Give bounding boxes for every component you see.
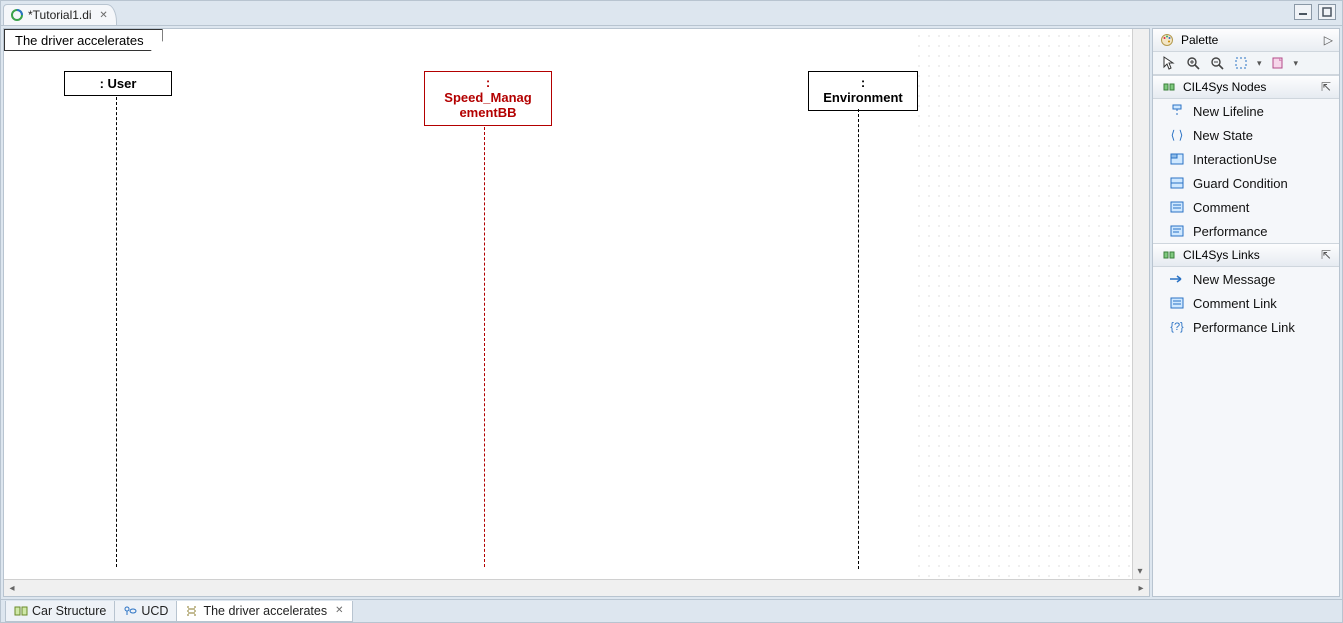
palette-item-label: New Lifeline <box>1193 104 1264 119</box>
palette-item-new-state[interactable]: ⟨ ⟩ New State <box>1153 123 1339 147</box>
lifeline-label-line2: Environment <box>817 91 909 106</box>
tab-car-structure[interactable]: Car Structure <box>5 601 115 622</box>
sequence-icon <box>185 604 199 618</box>
lifeline-dash-environment[interactable] <box>858 109 859 569</box>
diagram-title-tab[interactable]: The driver accelerates <box>4 29 163 51</box>
select-tool-icon[interactable] <box>1161 55 1177 71</box>
diagram-canvas[interactable]: The driver accelerates : User : Speed_Ma… <box>4 29 1149 579</box>
palette-links-items: New Message Comment Link {?} Performance… <box>1153 267 1339 339</box>
palette-nodes-items: New Lifeline ⟨ ⟩ New State InteractionUs… <box>1153 99 1339 243</box>
palette-panel: Palette ▷ ▾ <box>1152 28 1340 597</box>
message-icon <box>1169 271 1185 287</box>
state-icon: ⟨ ⟩ <box>1169 127 1185 143</box>
dropdown-icon[interactable]: ▾ <box>1294 59 1299 68</box>
lifeline-label-line1: : <box>433 76 543 91</box>
app-window: *Tutorial1.di ✕ The driver accel <box>0 0 1343 623</box>
chevron-right-icon[interactable]: ▷ <box>1324 34 1333 46</box>
block-diagram-icon <box>14 604 28 618</box>
dropdown-icon[interactable]: ▾ <box>1257 59 1262 68</box>
lifeline-icon <box>1169 103 1185 119</box>
usecase-icon <box>123 604 137 618</box>
palette-item-label: InteractionUse <box>1193 152 1277 167</box>
pin-icon[interactable]: ⇱ <box>1321 81 1331 93</box>
lifeline-dash-speed[interactable] <box>484 127 485 567</box>
performance-link-icon: {?} <box>1169 319 1185 335</box>
palette-item-interaction-use[interactable]: InteractionUse <box>1153 147 1339 171</box>
palette-item-performance-link[interactable]: {?} Performance Link <box>1153 315 1339 339</box>
palette-item-new-message[interactable]: New Message <box>1153 267 1339 291</box>
editor-tab-label: *Tutorial1.di <box>28 8 92 22</box>
canvas-grid-area <box>912 29 1149 579</box>
editor-window-controls <box>1294 4 1336 20</box>
interactionuse-icon <box>1169 151 1185 167</box>
palette-item-performance[interactable]: Performance <box>1153 219 1339 243</box>
lifeline-head-environment[interactable]: : Environment <box>808 71 918 111</box>
zoom-in-icon[interactable] <box>1185 55 1201 71</box>
scroll-right-icon[interactable]: ▸ <box>1133 581 1149 595</box>
palette-item-label: Comment Link <box>1193 296 1277 311</box>
vertical-scrollbar[interactable]: ▾ <box>1132 29 1149 579</box>
palette-item-guard-condition[interactable]: Guard Condition <box>1153 171 1339 195</box>
lifeline-label: : User <box>100 76 137 91</box>
papyrus-file-icon <box>10 8 24 22</box>
lifeline-head-user[interactable]: : User <box>64 71 172 96</box>
lifeline-dash-user[interactable] <box>116 97 117 567</box>
tab-label: The driver accelerates <box>203 604 327 618</box>
palette-item-comment-link[interactable]: Comment Link <box>1153 291 1339 315</box>
performance-icon <box>1169 223 1185 239</box>
comment-icon <box>1169 199 1185 215</box>
scroll-left-icon[interactable]: ◂ <box>4 581 20 595</box>
zoom-out-icon[interactable] <box>1209 55 1225 71</box>
palette-item-label: New State <box>1193 128 1253 143</box>
note-tool-icon[interactable] <box>1270 55 1286 71</box>
drawer-title: CIL4Sys Links <box>1183 248 1260 262</box>
diagram-canvas-wrap: The driver accelerates : User : Speed_Ma… <box>3 28 1150 597</box>
main-area: The driver accelerates : User : Speed_Ma… <box>1 26 1342 599</box>
diagram-title: The driver accelerates <box>15 33 144 48</box>
horizontal-scrollbar[interactable]: ◂ ▸ <box>4 579 1149 596</box>
palette-icon <box>1159 32 1175 48</box>
close-icon[interactable]: ✕ <box>335 605 343 616</box>
palette-item-label: Guard Condition <box>1193 176 1288 191</box>
editor-tab-bar: *Tutorial1.di ✕ <box>1 1 1342 26</box>
palette-title: Palette <box>1181 33 1218 47</box>
tab-the-driver-accelerates[interactable]: The driver accelerates ✕ <box>176 601 352 622</box>
sequence-diagram: The driver accelerates : User : Speed_Ma… <box>4 29 906 569</box>
guard-icon <box>1169 175 1185 191</box>
tab-ucd[interactable]: UCD <box>114 601 177 622</box>
minimize-button[interactable] <box>1294 4 1312 20</box>
marquee-tool-icon[interactable] <box>1233 55 1249 71</box>
lifeline-head-speed[interactable]: : Speed_Manag ementBB <box>424 71 552 126</box>
palette-drawer-nodes[interactable]: CIL4Sys Nodes ⇱ <box>1153 75 1339 99</box>
editor-tab-tutorial1[interactable]: *Tutorial1.di ✕ <box>3 4 117 25</box>
bottom-tab-bar: Car Structure UCD The driver accelerates… <box>1 599 1342 622</box>
palette-drawer-links[interactable]: CIL4Sys Links ⇱ <box>1153 243 1339 267</box>
palette-header[interactable]: Palette ▷ <box>1153 29 1339 52</box>
lifeline-label-line1: : <box>817 76 909 91</box>
close-icon[interactable]: ✕ <box>98 9 110 21</box>
palette-toolbar: ▾ ▾ <box>1153 52 1339 75</box>
palette-item-label: Performance Link <box>1193 320 1295 335</box>
maximize-button[interactable] <box>1318 4 1336 20</box>
palette-item-label: Comment <box>1193 200 1249 215</box>
tab-label: Car Structure <box>32 604 106 618</box>
pin-icon[interactable]: ⇱ <box>1321 249 1331 261</box>
tab-label: UCD <box>141 604 168 618</box>
comment-link-icon <box>1169 295 1185 311</box>
lifeline-label-line3: ementBB <box>433 106 543 121</box>
palette-item-label: New Message <box>1193 272 1275 287</box>
scroll-down-icon[interactable]: ▾ <box>1133 563 1147 579</box>
lifeline-label-line2: Speed_Manag <box>433 91 543 106</box>
palette-item-comment[interactable]: Comment <box>1153 195 1339 219</box>
drawer-icon <box>1161 79 1177 95</box>
drawer-title: CIL4Sys Nodes <box>1183 80 1266 94</box>
drawer-icon <box>1161 247 1177 263</box>
palette-item-new-lifeline[interactable]: New Lifeline <box>1153 99 1339 123</box>
palette-item-label: Performance <box>1193 224 1267 239</box>
